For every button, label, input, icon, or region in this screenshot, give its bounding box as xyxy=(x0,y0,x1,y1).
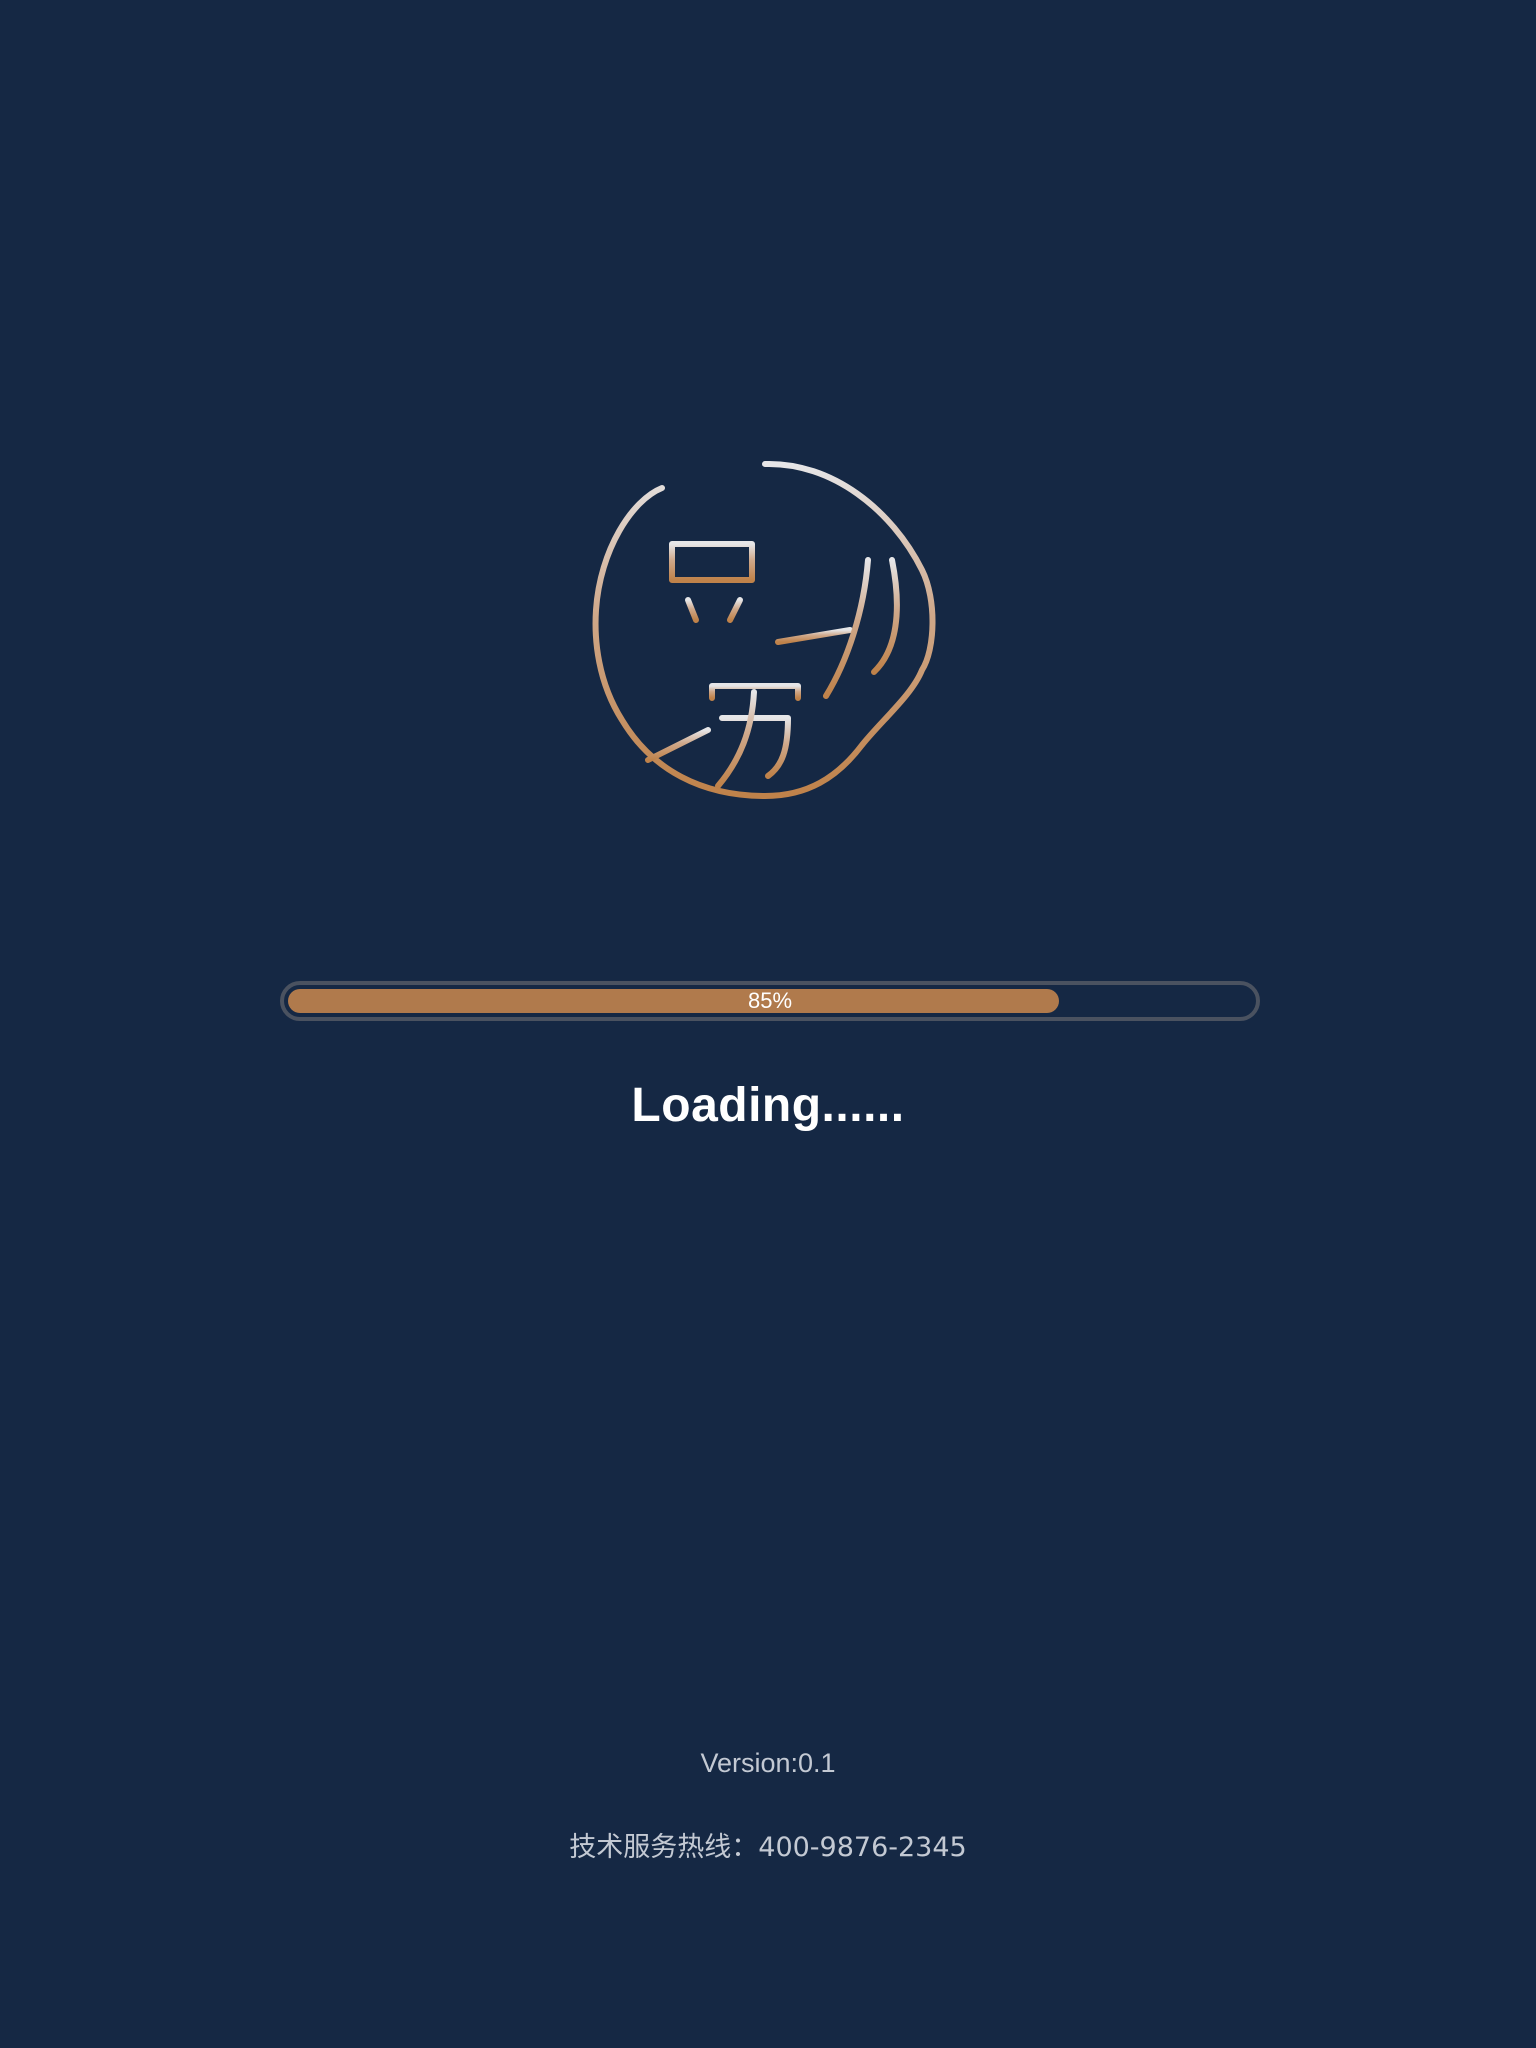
hotline-label: 技术服务热线： xyxy=(569,1832,759,1863)
loading-status-text: Loading...... xyxy=(631,1079,905,1132)
loading-progress-bar: 85% xyxy=(280,981,1260,1021)
hotline-number: 400-9876-2345 xyxy=(758,1832,967,1863)
circular-seal-logo-icon xyxy=(592,460,936,799)
splash-screen: 85% Loading...... Version:0.1 技术服务热线：400… xyxy=(0,0,1536,2048)
app-version: Version:0.1 xyxy=(700,1748,836,1778)
progress-percentage: 85% xyxy=(747,988,793,1013)
brand-logo xyxy=(592,460,938,800)
support-hotline: 技术服务热线：400-9876-2345 xyxy=(0,1825,1536,1864)
